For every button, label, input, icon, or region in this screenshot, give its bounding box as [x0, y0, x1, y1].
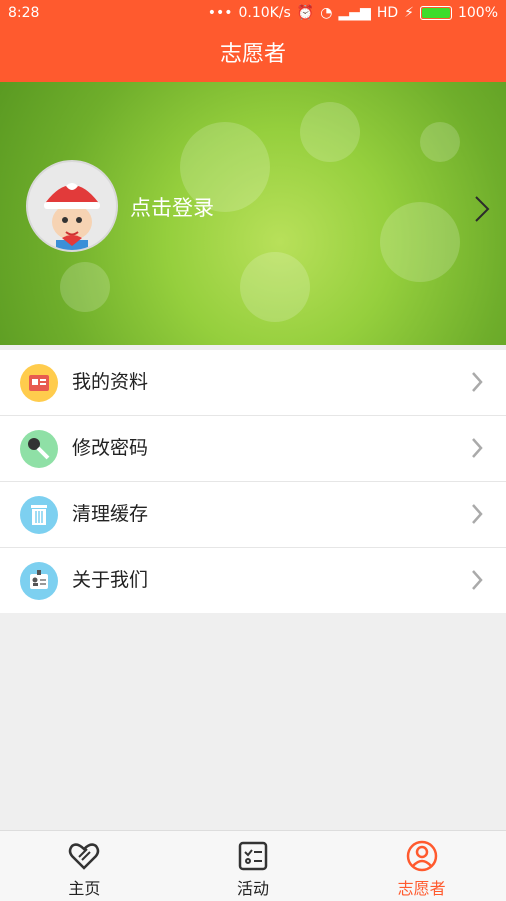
heart-hand-icon: [69, 843, 100, 870]
signal-icon: ▂▄▆: [338, 5, 371, 21]
avatar[interactable]: [26, 160, 118, 252]
menu-item-label: 关于我们: [72, 569, 149, 591]
network-type: HD: [376, 5, 399, 21]
wifi-icon: ◔: [320, 5, 333, 21]
profile-banner[interactable]: 点击登录: [0, 82, 506, 345]
network-speed: 0.10K/s: [238, 5, 291, 21]
status-time: 8:28: [8, 5, 40, 21]
menu-item-label: 我的资料: [72, 371, 149, 393]
more-dots-icon: •••: [207, 5, 233, 21]
trash-icon: [20, 496, 58, 534]
menu-item-label: 修改密码: [72, 437, 149, 459]
login-link[interactable]: 点击登录: [130, 192, 214, 222]
key-icon: [20, 430, 58, 468]
chevron-right-icon: [472, 438, 483, 458]
charging-icon: ⚡: [404, 5, 414, 21]
user-circle-icon: [406, 840, 437, 872]
alarm-icon: ⏰: [296, 5, 315, 21]
chevron-right-icon: [472, 372, 483, 392]
menu-item-change-password[interactable]: 修改密码: [0, 416, 506, 482]
status-icons: ••• 0.10K/s ⏰ ◔ ▂▄▆ HD ⚡ 100%: [208, 5, 498, 21]
tab-volunteer[interactable]: 志愿者: [337, 831, 506, 901]
checklist-icon: [238, 841, 268, 871]
tab-label: 主页: [68, 879, 101, 898]
chevron-right-icon: [472, 570, 483, 590]
id-badge-icon: [20, 562, 58, 600]
battery-level: 100%: [457, 5, 498, 21]
battery-icon: [419, 6, 452, 20]
menu-item-label: 清理缓存: [72, 503, 149, 525]
profile-card-icon: [20, 364, 58, 402]
page-title: 志愿者: [0, 28, 506, 82]
status-bar: 8:28 ••• 0.10K/s ⏰ ◔ ▂▄▆ HD ⚡ 100%: [0, 0, 506, 28]
menu-item-about-us[interactable]: 关于我们: [0, 548, 506, 613]
chevron-right-icon[interactable]: [470, 194, 494, 224]
tab-label: 志愿者: [397, 879, 446, 898]
settings-menu: 我的资料 修改密码 清理缓存 关于我们: [0, 350, 506, 613]
bottom-tab-bar: 主页 活动 志愿者: [0, 830, 506, 901]
tab-home[interactable]: 主页: [0, 831, 169, 901]
menu-item-clear-cache[interactable]: 清理缓存: [0, 482, 506, 548]
tab-activities[interactable]: 活动: [169, 831, 338, 901]
chevron-right-icon: [472, 504, 483, 524]
menu-item-my-profile[interactable]: 我的资料: [0, 350, 506, 416]
tab-label: 活动: [237, 879, 270, 898]
cartoon-avatar-icon: [44, 183, 100, 250]
